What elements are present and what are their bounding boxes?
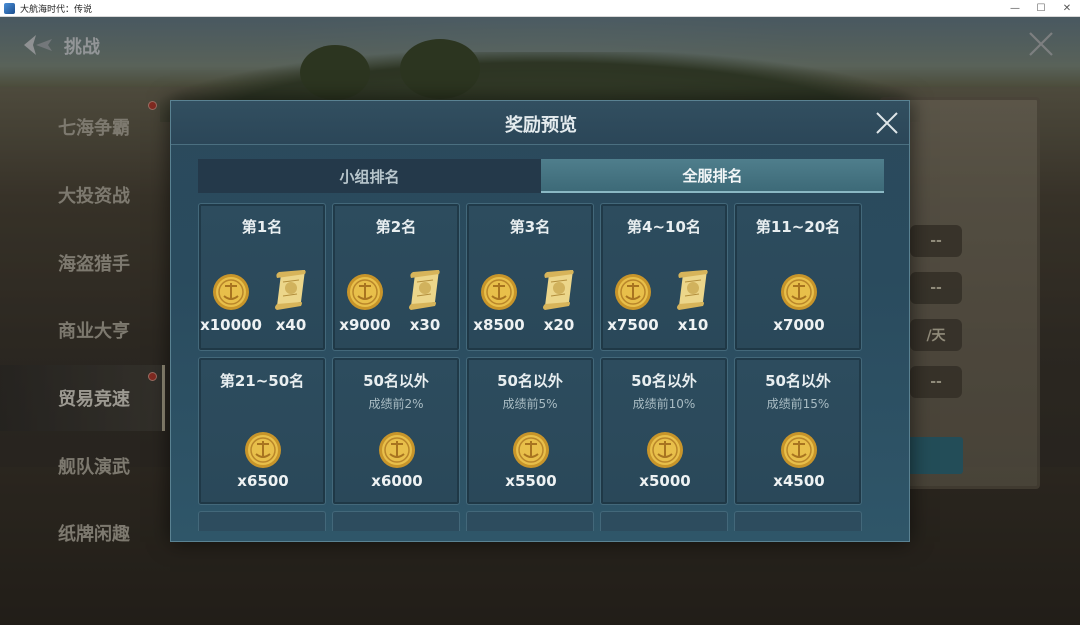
scroll-icon[interactable] (405, 268, 445, 316)
reward-card: 第1名 x10000 x40 (198, 203, 326, 351)
reward-quantity: x20 (543, 316, 575, 334)
reward-card: 第21~50名 x6500 (198, 357, 326, 505)
rank-title: 第3名 (509, 218, 551, 236)
maximize-button[interactable]: ☐ (1028, 0, 1054, 17)
reward-card: 第11~20名 x7000 (734, 203, 862, 351)
rank-title: 第4~10名 (627, 218, 701, 236)
reward-card: 50名以外成绩前10% x5000 (600, 357, 728, 505)
gold-coin-icon[interactable] (345, 272, 385, 316)
gold-coin-icon[interactable] (511, 430, 551, 474)
reward-quantity: x5000 (639, 472, 691, 490)
rank-title: 50名以外 (497, 372, 563, 390)
rank-title: 50名以外 (765, 372, 831, 390)
rank-subtitle: 成绩前15% (766, 397, 830, 411)
reward-card: 第4~10名 x7500 x10 (600, 203, 728, 351)
rank-title: 50名以外 (631, 372, 697, 390)
reward-card: 50名以外成绩前5% x5500 (466, 357, 594, 505)
reward-quantity: x40 (275, 316, 307, 334)
gold-coin-icon[interactable] (479, 272, 519, 316)
reward-quantity: x6500 (237, 472, 289, 490)
window-titlebar: 大航海时代：传说 — ☐ ✕ (0, 0, 1080, 17)
reward-card: 第2名 x9000 x30 (332, 203, 460, 351)
app-icon (4, 2, 15, 14)
reward-card-partial (466, 511, 594, 531)
reward-card: 第3名 x8500 x20 (466, 203, 594, 351)
ranking-tabs: 小组排名 全服排名 (198, 159, 884, 193)
reward-card-partial (332, 511, 460, 531)
rank-subtitle: 成绩前2% (368, 397, 424, 411)
rank-title: 第2名 (375, 218, 417, 236)
rank-title: 50名以外 (363, 372, 429, 390)
tab-group-ranking[interactable]: 小组排名 (198, 159, 541, 193)
rank-title: 第21~50名 (219, 372, 305, 390)
tab-label: 小组排名 (339, 167, 400, 186)
window-close-button[interactable]: ✕ (1054, 0, 1080, 17)
reward-card: 50名以外成绩前2% x6000 (332, 357, 460, 505)
reward-card-partial (734, 511, 862, 531)
reward-card-partial (198, 511, 326, 531)
minimize-button[interactable]: — (1002, 0, 1028, 17)
reward-preview-modal: 奖励预览 小组排名 全服排名 第1名 x10000 x40 第2名 x9000 x30 第3… (170, 100, 910, 542)
gold-coin-icon[interactable] (645, 430, 685, 474)
rank-subtitle: 成绩前5% (502, 397, 558, 411)
gold-coin-icon[interactable] (377, 430, 417, 474)
gold-coin-icon[interactable] (613, 272, 653, 316)
scroll-icon[interactable] (539, 268, 579, 316)
reward-quantity: x30 (409, 316, 441, 334)
window-title: 大航海时代：传说 (20, 4, 93, 15)
scroll-icon[interactable] (271, 268, 311, 316)
gold-coin-icon[interactable] (243, 430, 283, 474)
reward-quantity: x4500 (773, 472, 825, 490)
reward-card: 50名以外成绩前15% x4500 (734, 357, 862, 505)
modal-title: 奖励预览 (505, 115, 577, 136)
scroll-icon[interactable] (673, 268, 713, 316)
reward-quantity: x5500 (505, 472, 557, 490)
rank-subtitle: 成绩前10% (632, 397, 696, 411)
tab-label: 全服排名 (682, 166, 743, 185)
close-icon[interactable] (875, 111, 899, 135)
gold-coin-icon[interactable] (779, 430, 819, 474)
rank-title: 第1名 (241, 218, 283, 236)
reward-quantity: x10 (677, 316, 709, 334)
reward-card-partial (600, 511, 728, 531)
gold-coin-icon[interactable] (779, 272, 819, 316)
reward-quantity: x6000 (371, 472, 423, 490)
gold-coin-icon[interactable] (211, 272, 251, 316)
reward-quantity: x7000 (773, 316, 825, 334)
rank-title: 第11~20名 (755, 218, 841, 236)
tab-server-ranking[interactable]: 全服排名 (541, 159, 884, 193)
